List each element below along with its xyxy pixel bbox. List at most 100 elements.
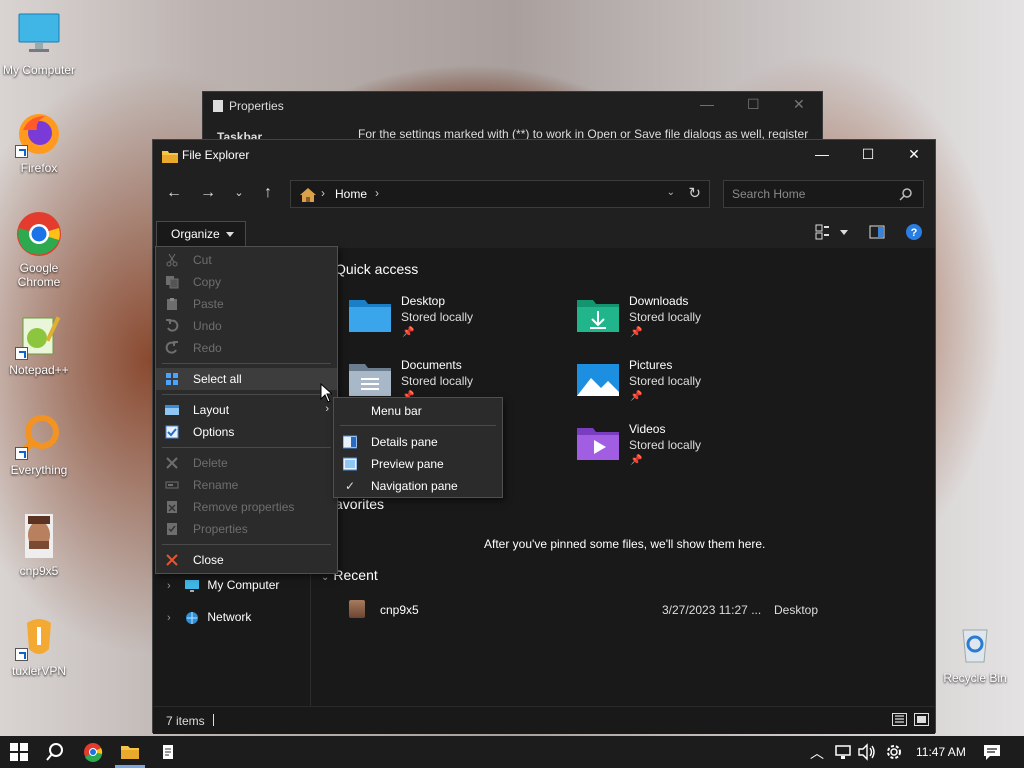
menu-item-close[interactable]: Close <box>156 549 337 571</box>
chrome-taskbar-icon[interactable] <box>83 742 103 762</box>
menu-item-select-all[interactable]: Select all <box>156 368 337 390</box>
options-icon <box>165 425 179 439</box>
windows-start-icon[interactable] <box>9 742 29 762</box>
menu-item-navigation-pane[interactable]: ✓ Navigation pane <box>334 475 502 497</box>
menu-item-label: Details pane <box>371 435 438 449</box>
network-tray-icon[interactable] <box>834 742 854 762</box>
menu-separator <box>340 425 496 426</box>
maximize-button[interactable]: ☐ <box>845 140 891 170</box>
quick-access-item-desktop[interactable]: Desktop Stored locally 📌 <box>349 294 569 346</box>
item-name: Documents <box>401 358 462 372</box>
menu-item-copy[interactable]: Copy <box>156 271 337 293</box>
item-count: 7 items <box>166 714 205 728</box>
preview-pane-toggle-icon[interactable] <box>869 224 885 243</box>
large-icons-view-icon[interactable] <box>914 713 929 726</box>
recent-file-row[interactable]: cnp9x5 3/27/2023 11:27 ... Desktop <box>349 600 909 622</box>
forward-arrow-icon[interactable]: → <box>197 184 219 202</box>
chevron-right-icon[interactable]: › <box>167 612 171 624</box>
menu-separator <box>162 394 331 395</box>
firefox-icon <box>15 110 63 158</box>
volume-icon[interactable] <box>857 742 877 762</box>
desktop-icon-firefox[interactable]: Firefox <box>1 110 77 175</box>
desktop-icon-cnp9x5[interactable]: cnp9x5 <box>1 513 77 578</box>
item-name: Pictures <box>629 358 673 372</box>
tray-chevron-up-icon[interactable]: ︿ <box>810 743 824 763</box>
menu-item-delete[interactable]: Delete <box>156 452 337 474</box>
clock[interactable]: 11:47 AM <box>916 745 966 759</box>
folder-icon <box>162 149 178 166</box>
tree-item-network[interactable]: › Network <box>167 610 251 625</box>
close-icon[interactable]: ✕ <box>793 96 805 113</box>
title-bar[interactable]: File Explorer — ☐ ✕ <box>153 140 935 170</box>
menu-item-details-pane[interactable]: Details pane <box>334 431 502 453</box>
pictures-folder-icon <box>577 364 619 396</box>
menu-item-cut[interactable]: Cut <box>156 249 337 271</box>
menu-item-layout[interactable]: Layout › <box>156 399 337 421</box>
desktop-icon-chrome[interactable]: Google Chrome <box>1 210 77 289</box>
menu-item-preview-pane[interactable]: Preview pane <box>334 453 502 475</box>
address-bar[interactable]: › Home › ⌄ ↻ <box>290 180 710 208</box>
section-heading-quick-access[interactable]: Quick access <box>335 261 418 277</box>
properties-window-title: Properties <box>229 99 284 113</box>
search-input[interactable] <box>724 181 894 207</box>
help-icon[interactable]: ? <box>905 223 923 244</box>
details-pane-icon <box>343 435 357 449</box>
quick-access-item-videos[interactable]: Videos Stored locally 📌 <box>577 422 797 474</box>
quick-access-item-downloads[interactable]: Downloads Stored locally 📌 <box>577 294 797 346</box>
up-arrow-icon[interactable]: ↑ <box>257 184 279 202</box>
menu-item-label: Options <box>193 425 235 439</box>
scissors-icon <box>166 253 178 267</box>
gear-icon[interactable] <box>884 742 904 762</box>
desktop-icon-label: Everything <box>10 463 68 477</box>
quick-access-item-pictures[interactable]: Pictures Stored locally 📌 <box>577 358 797 410</box>
menu-item-redo[interactable]: Redo <box>156 337 337 359</box>
rename-icon <box>165 481 179 489</box>
desktop-icon-label: Firefox <box>20 161 58 175</box>
desktop-icon-notepadpp[interactable]: Notepad++ <box>1 312 77 377</box>
menu-item-undo[interactable]: Undo <box>156 315 337 337</box>
desktop-icon-tuxlervpn[interactable]: tuxlerVPN <box>1 613 77 678</box>
search-icon[interactable] <box>45 742 65 762</box>
menu-item-rename[interactable]: Rename <box>156 474 337 496</box>
menu-item-options[interactable]: Options <box>156 421 337 443</box>
menu-item-paste[interactable]: Paste <box>156 293 337 315</box>
pin-icon: 📌 <box>630 455 643 466</box>
videos-folder-icon <box>577 428 619 460</box>
desktop-icon-label: tuxlerVPN <box>11 664 67 678</box>
item-name: Downloads <box>629 294 689 308</box>
minimize-button[interactable]: — <box>799 140 845 170</box>
menu-item-label: Properties <box>193 522 248 536</box>
chevron-right-icon[interactable]: › <box>167 580 171 592</box>
tree-item-my-computer[interactable]: › My Computer <box>167 578 279 593</box>
menu-item-remove-properties[interactable]: Remove properties <box>156 496 337 518</box>
view-options-icon[interactable] <box>815 224 849 243</box>
desktop-icon-recycle-bin[interactable]: Recycle Bin <box>937 620 1013 685</box>
menu-item-properties[interactable]: Properties <box>156 518 337 540</box>
properties-taskbar-icon[interactable] <box>158 742 178 762</box>
organize-button[interactable]: Organize <box>156 221 246 247</box>
menu-item-label: Menu bar <box>371 404 422 418</box>
desktop-icon-my-computer[interactable]: My Computer <box>1 12 77 77</box>
notifications-icon[interactable] <box>982 742 1002 762</box>
desktop-icon-everything[interactable]: Everything <box>1 412 77 477</box>
search-box[interactable] <box>723 180 924 208</box>
recent-locations-chevron-icon[interactable]: ⌄ <box>228 186 250 199</box>
back-arrow-icon[interactable]: ← <box>163 184 185 202</box>
vpn-shield-icon <box>15 613 63 661</box>
file-explorer-taskbar-icon[interactable] <box>120 742 140 762</box>
section-heading-favorites[interactable]: avorites <box>335 496 384 512</box>
address-dropdown-icon[interactable]: ⌄ <box>667 187 675 198</box>
close-x-icon <box>166 554 178 566</box>
network-icon <box>186 611 199 624</box>
item-name: Desktop <box>401 294 446 308</box>
photo-thumbnail-icon <box>15 513 63 561</box>
maximize-icon[interactable]: ☐ <box>747 96 760 113</box>
close-button[interactable]: ✕ <box>891 140 937 170</box>
breadcrumb-separator-icon[interactable]: › <box>375 186 379 200</box>
refresh-icon[interactable]: ↻ <box>688 184 701 202</box>
menu-item-menu-bar[interactable]: Menu bar <box>334 400 502 422</box>
breadcrumb-home[interactable]: Home <box>335 187 367 201</box>
details-view-icon[interactable] <box>892 713 907 726</box>
menu-item-label: Remove properties <box>193 500 295 514</box>
minimize-icon[interactable]: — <box>700 96 714 112</box>
